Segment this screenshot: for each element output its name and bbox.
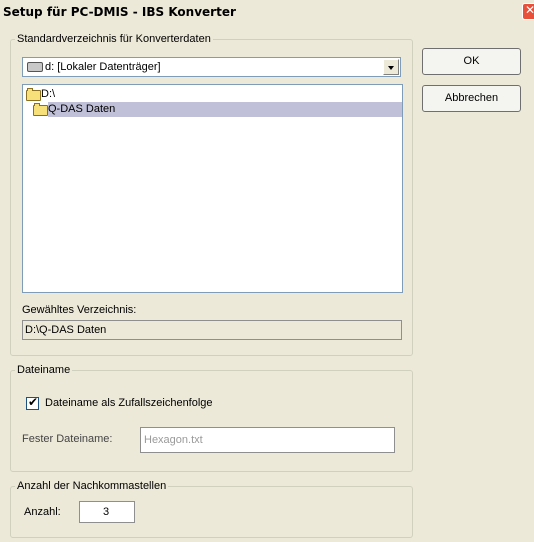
folder-list[interactable]: D:\ Q-DAS Daten bbox=[22, 84, 403, 293]
fixed-filename-input[interactable]: Hexagon.txt bbox=[140, 427, 395, 453]
window-title: Setup für PC-DMIS - IBS Konverter bbox=[3, 5, 236, 19]
open-folder-icon bbox=[33, 103, 48, 116]
close-icon: ✕ bbox=[525, 3, 534, 17]
decimals-count-input[interactable]: 3 bbox=[79, 501, 135, 523]
dialog-client-area: Standardverzeichnis für Konverterdaten d… bbox=[0, 26, 534, 542]
drive-icon bbox=[27, 62, 43, 72]
title-bar: Setup für PC-DMIS - IBS Konverter ✕ bbox=[0, 0, 534, 26]
drive-select[interactable]: d: [Lokaler Datenträger] bbox=[22, 57, 401, 77]
drive-dropdown-button[interactable] bbox=[383, 59, 399, 75]
filename-group-legend: Dateiname bbox=[15, 364, 73, 377]
folder-item-root[interactable]: D:\ bbox=[23, 87, 402, 102]
decimals-group bbox=[10, 486, 413, 538]
open-folder-icon bbox=[26, 88, 41, 101]
folder-item-label: D:\ bbox=[41, 88, 56, 100]
ok-button[interactable]: OK bbox=[422, 48, 521, 75]
close-button[interactable]: ✕ bbox=[522, 3, 534, 20]
decimals-group-legend: Anzahl der Nachkommastellen bbox=[15, 480, 169, 493]
checkmark-icon: ✔ bbox=[28, 395, 39, 409]
selected-directory-field: D:\Q-DAS Daten bbox=[22, 320, 402, 340]
drive-select-value: d: [Lokaler Datenträger] bbox=[45, 61, 161, 73]
fixed-filename-label: Fester Dateiname: bbox=[22, 433, 113, 445]
decimals-count-label: Anzahl: bbox=[24, 506, 61, 518]
random-filename-checkbox[interactable]: ✔ bbox=[26, 395, 39, 410]
folder-item-label: Q-DAS Daten bbox=[48, 102, 402, 117]
random-filename-label[interactable]: Dateiname als Zufallszeichenfolge bbox=[45, 397, 213, 409]
selected-directory-label: Gewähltes Verzeichnis: bbox=[22, 304, 137, 316]
cancel-button[interactable]: Abbrechen bbox=[422, 85, 521, 112]
filename-group bbox=[10, 370, 413, 472]
folder-item-qdas[interactable]: Q-DAS Daten bbox=[23, 102, 402, 117]
directory-group-legend: Standardverzeichnis für Konverterdaten bbox=[15, 33, 213, 46]
